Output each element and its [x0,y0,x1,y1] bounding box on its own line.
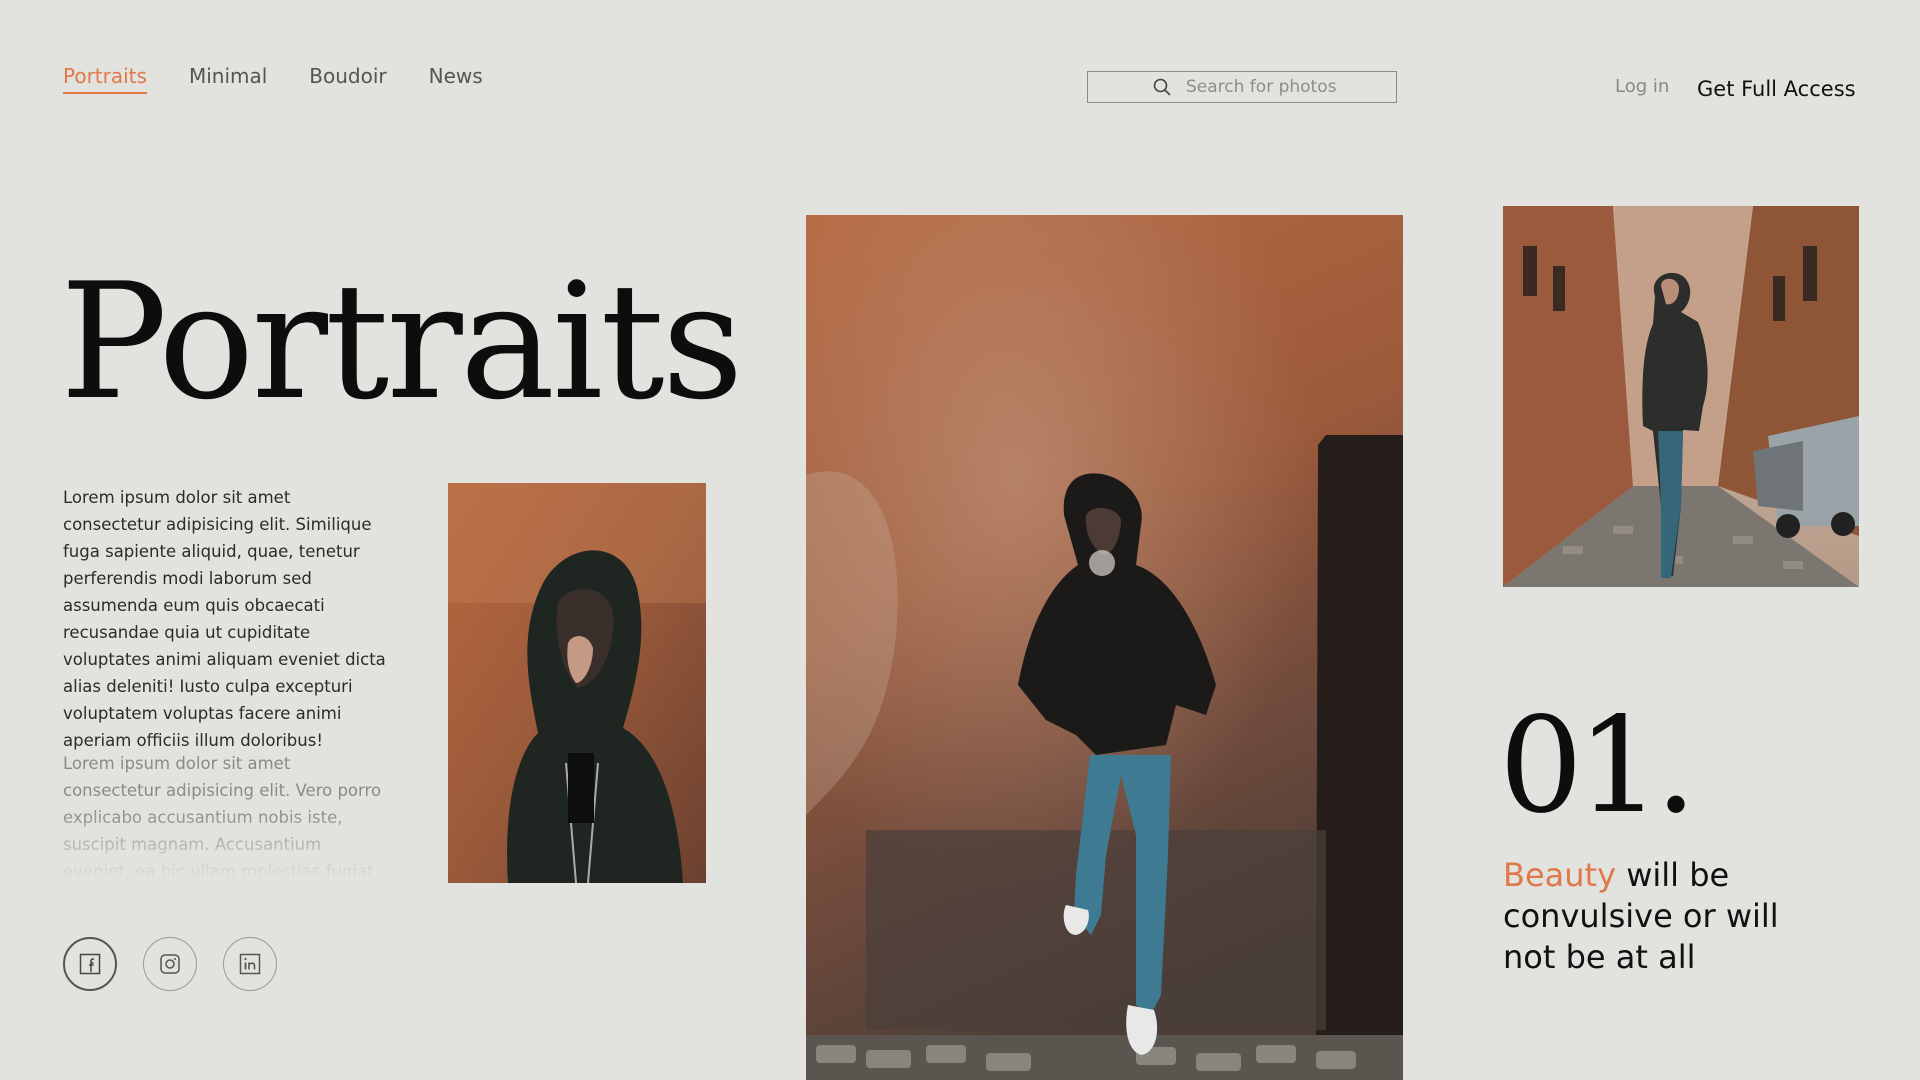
quote-accent-word: Beauty [1503,856,1617,894]
intro-paragraph: Lorem ipsum dolor sit amet consectetur a… [63,488,386,750]
street-photo [1503,206,1859,587]
facebook-button[interactable] [63,937,117,991]
social-links [63,937,277,991]
portrait-photo-main [806,215,1403,1080]
get-full-access-link[interactable]: Get Full Access [1697,77,1856,101]
page-title: Portraits [60,248,744,435]
nav-item-portraits[interactable]: Portraits [63,64,147,94]
login-link[interactable]: Log in [1615,76,1669,97]
linkedin-icon [239,953,261,975]
linkedin-button[interactable] [223,937,277,991]
secondary-paragraph: Lorem ipsum dolor sit amet consectetur a… [63,754,382,880]
nav-item-boudoir[interactable]: Boudoir [309,64,386,94]
portrait-photo-small [448,483,706,883]
nav-item-minimal[interactable]: Minimal [189,64,267,94]
search-box[interactable] [1087,71,1397,103]
search-icon [1153,78,1171,96]
page: Portraits Minimal Boudoir News Log in Ge… [0,0,1920,1080]
nav-item-news[interactable]: News [429,64,483,94]
main-nav: Portraits Minimal Boudoir News [63,64,483,94]
instagram-icon [160,954,180,974]
facebook-icon [79,953,101,975]
feature-quote: Beauty will be convulsive or will not be… [1503,855,1803,978]
instagram-button[interactable] [143,937,197,991]
feature-number: 01. [1499,689,1697,843]
search-input[interactable] [1186,77,1386,97]
